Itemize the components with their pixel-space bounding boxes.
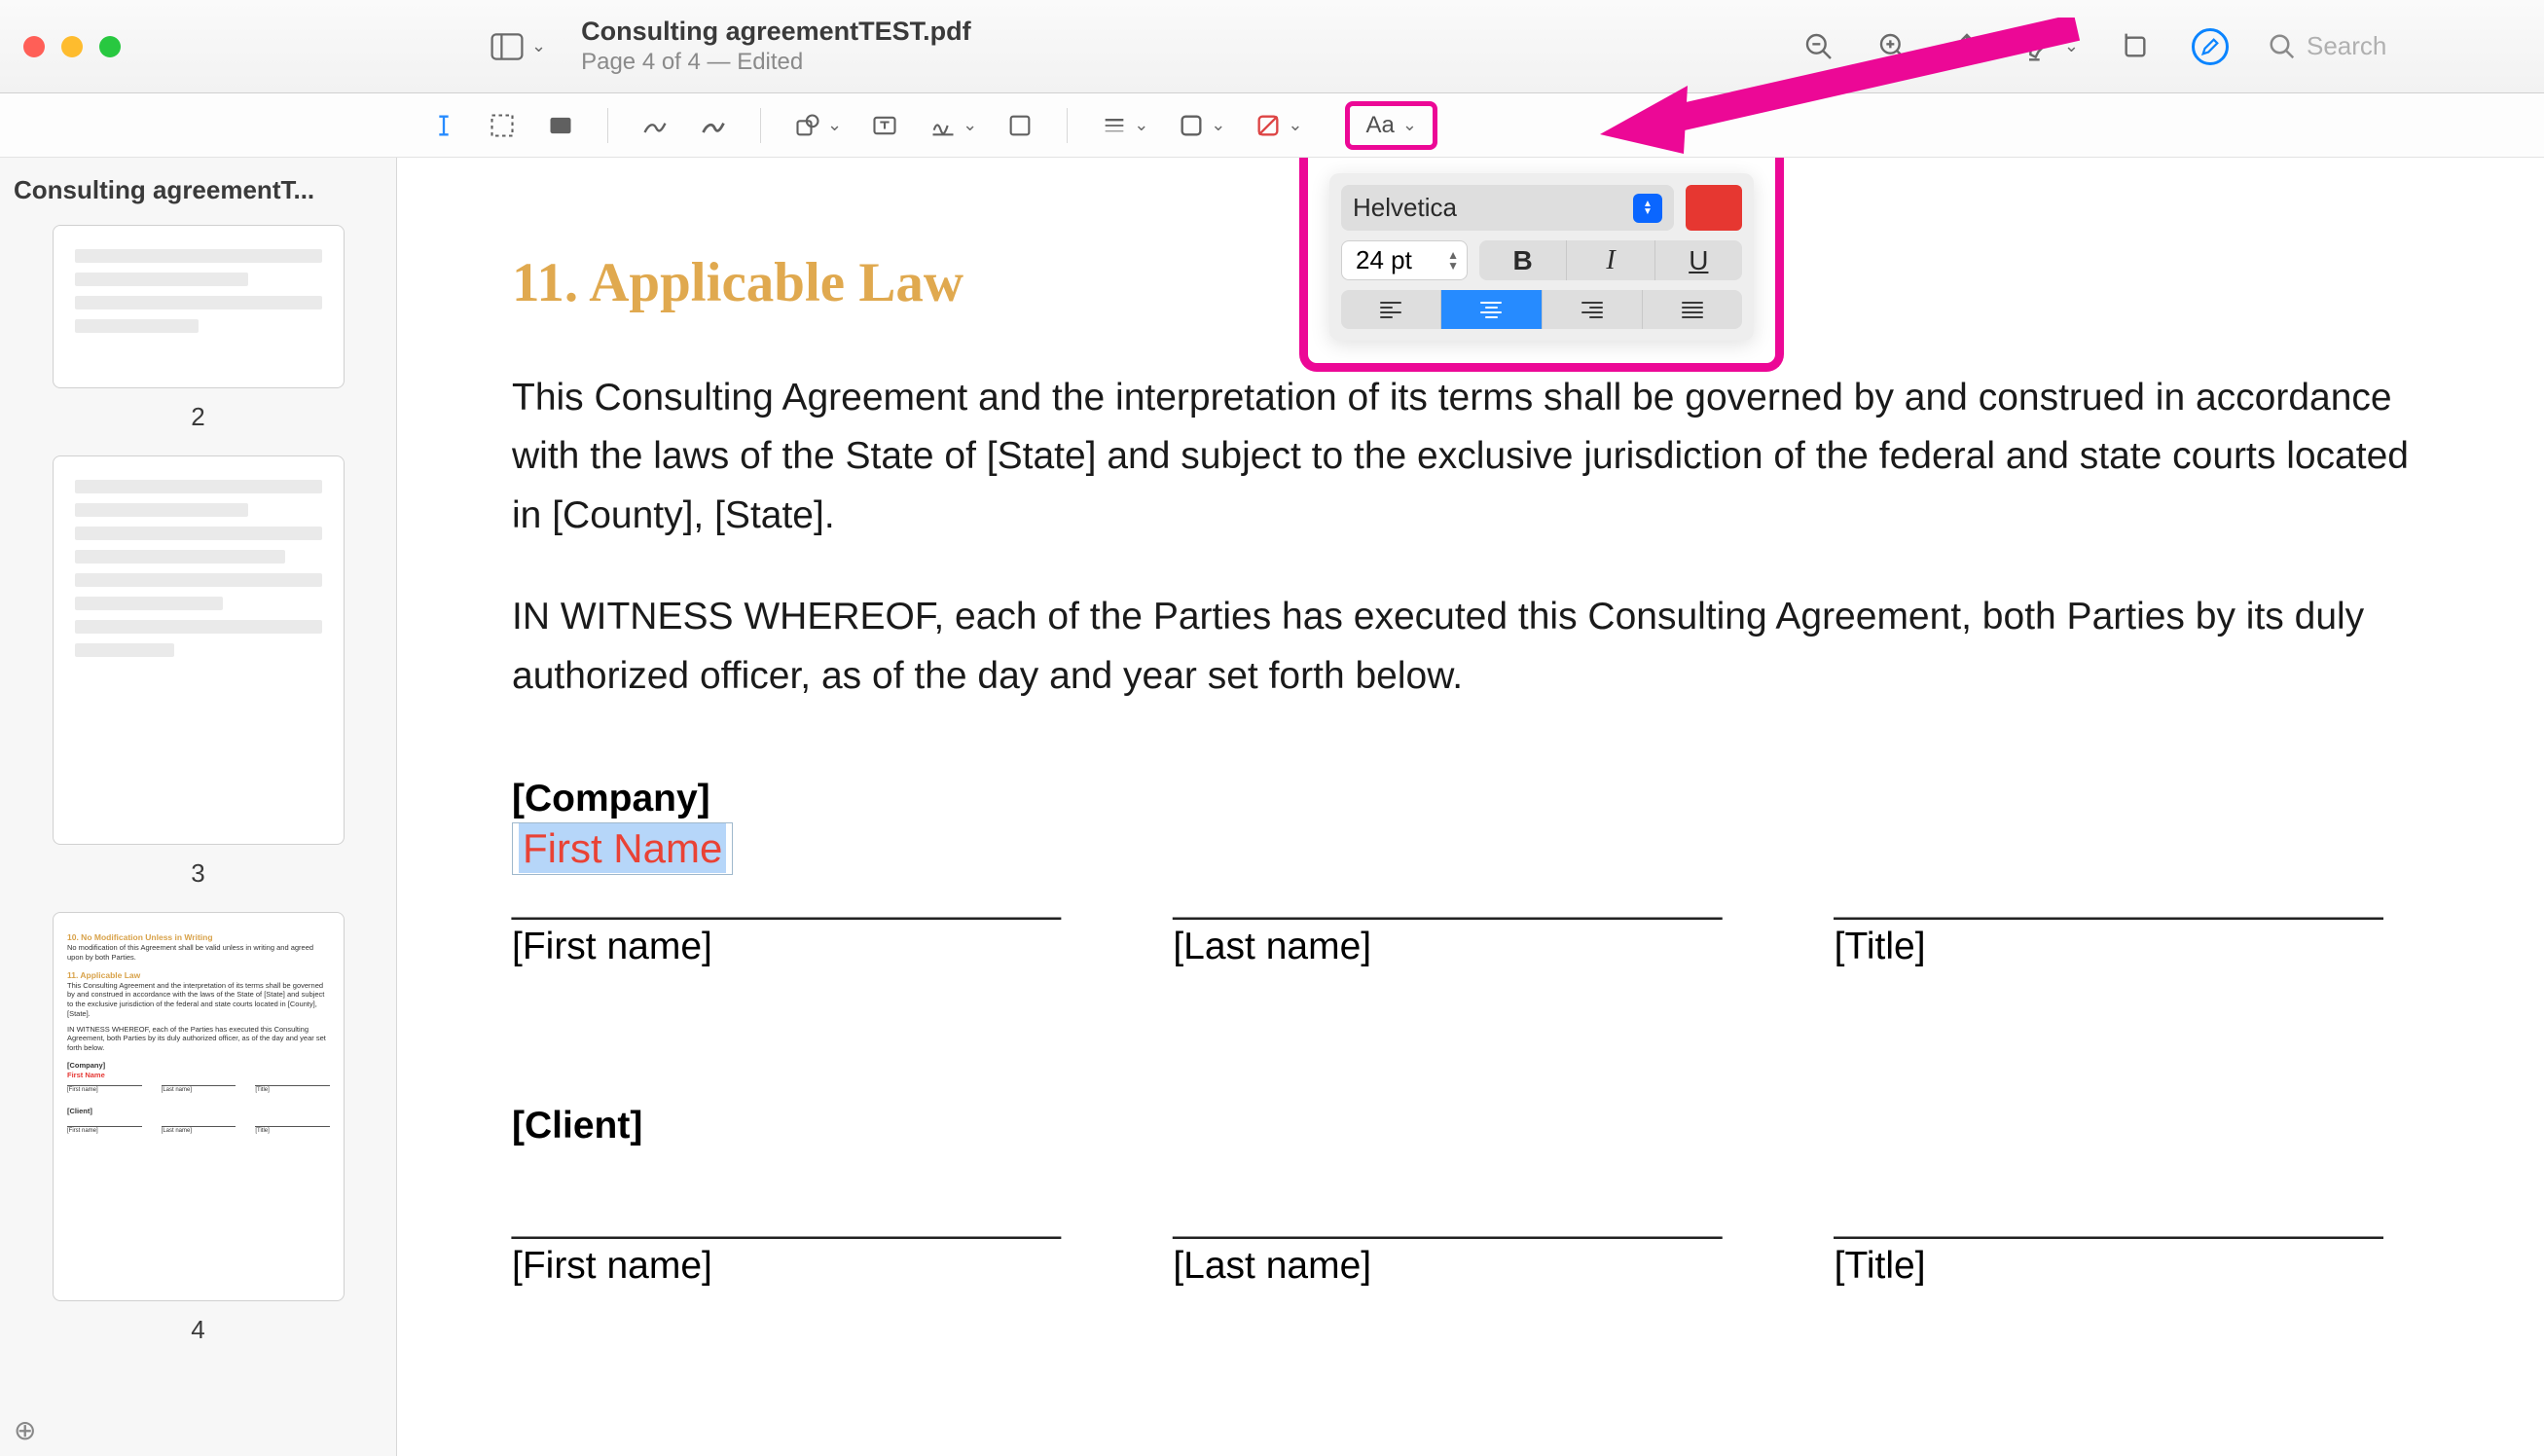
border-style-tool[interactable]: ⌄	[1099, 110, 1148, 141]
page-number: 3	[53, 858, 344, 889]
signature-line: __________________________	[512, 879, 1095, 922]
chevron-down-icon: ⌄	[1402, 115, 1417, 135]
rotate-button[interactable]	[2118, 29, 2153, 64]
client-label: [Client]	[512, 1105, 2417, 1147]
sign-tool[interactable]: ⌄	[927, 110, 977, 141]
signature-line: __________________________	[1835, 879, 2417, 922]
search-field[interactable]: Search	[2268, 31, 2521, 61]
search-placeholder: Search	[2307, 31, 2386, 61]
font-size-input[interactable]: 24 pt ▲▼	[1341, 240, 1468, 280]
text-annotation-box[interactable]: First Name	[512, 822, 733, 875]
signature-line: __________________________	[1173, 879, 1756, 922]
page-thumbnail-2[interactable]	[53, 225, 345, 388]
text-style-popover: Helvetica ▲▼ 24 pt ▲▼ B I U	[1329, 173, 1754, 341]
align-left-button[interactable]	[1341, 290, 1441, 329]
document-paragraph: This Consulting Agreement and the interp…	[512, 369, 2417, 545]
first-name-label: [First name]	[512, 1245, 1095, 1288]
markup-toolbar: ⌄ ⌄ ⌄ ⌄ ⌄ Aa ⌄	[0, 93, 2544, 158]
align-center-button[interactable]	[1441, 290, 1542, 329]
minimize-window-button[interactable]	[61, 36, 83, 57]
chevron-down-icon: ⌄	[827, 115, 842, 135]
last-name-label: [Last name]	[1173, 1245, 1756, 1288]
page-number: 2	[53, 402, 344, 432]
border-color-tool[interactable]: ⌄	[1176, 110, 1225, 141]
share-button[interactable]	[1949, 29, 1984, 64]
underline-button[interactable]: U	[1655, 240, 1742, 280]
chevron-down-icon: ⌄	[2064, 36, 2079, 56]
draw-tool[interactable]	[698, 110, 729, 141]
add-page-button[interactable]: ⊕	[14, 1414, 36, 1446]
sidebar-toggle-button[interactable]: ⌄	[491, 33, 546, 60]
font-size-value: 24 pt	[1356, 245, 1412, 275]
last-name-label: [Last name]	[1173, 926, 1756, 968]
first-name-label: [First name]	[512, 926, 1095, 968]
note-tool[interactable]	[1004, 110, 1036, 141]
zoom-in-button[interactable]	[1875, 29, 1910, 64]
zoom-out-button[interactable]	[1801, 29, 1836, 64]
text-tool[interactable]	[869, 110, 900, 141]
highlight-button[interactable]: ⌄	[2023, 29, 2079, 64]
stepper-icon[interactable]: ▲▼	[1447, 250, 1459, 272]
document-info: Consulting agreementTEST.pdf Page 4 of 4…	[581, 17, 971, 76]
window-controls	[23, 36, 121, 57]
sidebar-doc-title: Consulting agreementT...	[0, 175, 396, 213]
rectangular-selection-tool[interactable]	[487, 110, 518, 141]
redact-tool[interactable]	[545, 110, 576, 141]
chevron-down-icon: ⌄	[1288, 115, 1302, 135]
close-window-button[interactable]	[23, 36, 45, 57]
text-style-button[interactable]: Aa ⌄	[1345, 101, 1436, 150]
chevron-down-icon: ⌄	[1134, 115, 1148, 135]
chevron-down-icon: ⌄	[963, 115, 977, 135]
thumbnail-sidebar: Consulting agreementT... 2 3 10. No Modi…	[0, 158, 397, 1456]
page-number: 4	[53, 1315, 344, 1345]
title-label: [Title]	[1835, 1245, 2417, 1288]
document-title: Consulting agreementTEST.pdf	[581, 17, 971, 47]
select-arrows-icon: ▲▼	[1633, 194, 1662, 223]
page-thumbnail-4[interactable]: 10. No Modification Unless in Writing No…	[53, 912, 345, 1301]
chevron-down-icon: ⌄	[531, 36, 546, 56]
align-right-button[interactable]	[1543, 290, 1643, 329]
text-color-swatch[interactable]	[1686, 185, 1742, 231]
document-paragraph: IN WITNESS WHEREOF, each of the Parties …	[512, 588, 2417, 706]
bold-button[interactable]: B	[1479, 240, 1567, 280]
text-style-label: Aa	[1365, 112, 1394, 139]
fullscreen-window-button[interactable]	[99, 36, 121, 57]
signature-line: __________________________	[1835, 1198, 2417, 1241]
page-thumbnail-3[interactable]	[53, 455, 345, 845]
font-family-value: Helvetica	[1353, 193, 1457, 223]
document-viewport[interactable]: 11. Applicable Law This Consulting Agree…	[397, 158, 2544, 1456]
document-status: Page 4 of 4 — Edited	[581, 49, 971, 76]
italic-button[interactable]: I	[1567, 240, 1654, 280]
title-label: [Title]	[1835, 926, 2417, 968]
font-family-select[interactable]: Helvetica ▲▼	[1341, 185, 1674, 231]
align-justify-button[interactable]	[1643, 290, 1742, 329]
sketch-tool[interactable]	[639, 110, 671, 141]
fill-color-tool[interactable]: ⌄	[1253, 110, 1302, 141]
signature-line: __________________________	[1173, 1198, 1756, 1241]
markup-toggle-button[interactable]	[2192, 28, 2229, 65]
company-label: [Company]	[512, 778, 2417, 820]
chevron-down-icon: ⌄	[1211, 115, 1225, 135]
window-titlebar: ⌄ Consulting agreementTEST.pdf Page 4 of…	[0, 0, 2544, 93]
text-selection-tool[interactable]	[428, 110, 459, 141]
text-annotation-content[interactable]: First Name	[519, 823, 726, 873]
signature-line: __________________________	[512, 1198, 1095, 1241]
shapes-tool[interactable]: ⌄	[792, 110, 842, 141]
